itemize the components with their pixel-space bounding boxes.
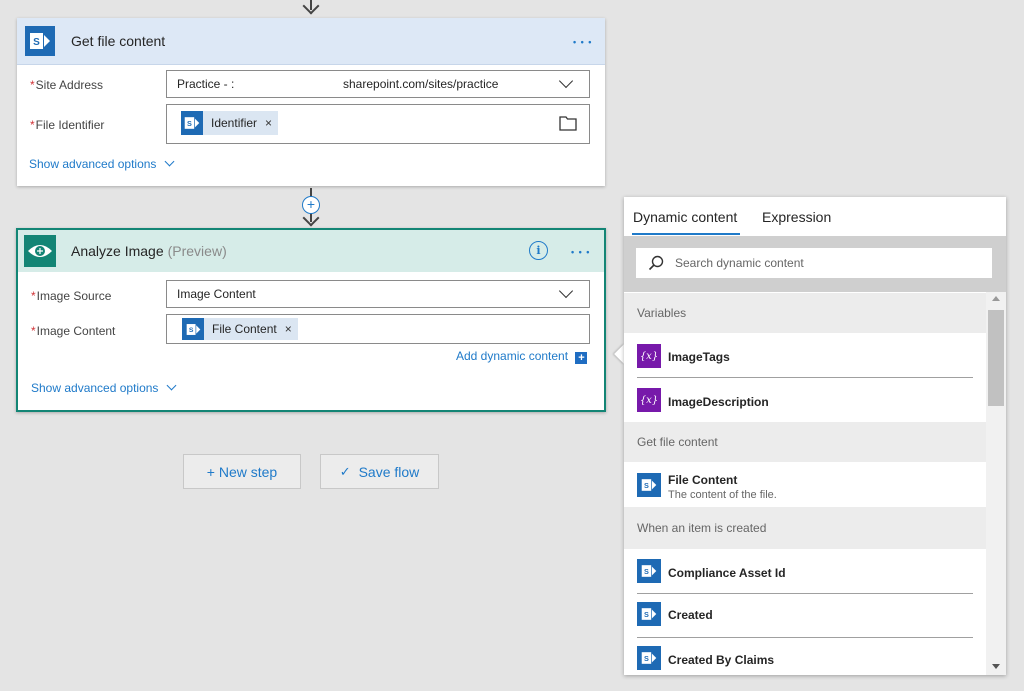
tab-dynamic-content[interactable]: Dynamic content [633,209,737,225]
search-icon [648,255,664,271]
item-title: File Content [668,473,738,487]
item-title: Created By Claims [668,653,775,667]
file-content-token-label: File Content [212,322,277,336]
sharepoint-icon: S [637,559,661,583]
sharepoint-icon: S [25,26,55,56]
identifier-token[interactable]: S Identifier × [181,111,279,135]
dynamic-content-panel: Dynamic content Expression Search dynami… [624,197,1006,675]
new-step-button[interactable]: + New step [183,454,301,489]
show-advanced-options-link[interactable]: Show advanced options [29,156,175,171]
list-item-imagetags[interactable]: {x} ImageTags [624,334,986,378]
section-when-item-created: When an item is created [624,507,986,549]
item-title: Created [668,608,713,622]
image-content-label: *Image Content [31,324,116,338]
analyze-image-title: Analyze Image [71,243,164,259]
info-icon[interactable]: i [529,241,548,260]
computer-vision-icon [24,235,56,267]
site-address-value: sharepoint.com/sites/practice [343,77,499,91]
connector-arrow-top [302,0,320,15]
chevron-down-icon[interactable] [558,283,574,299]
list-item-imagedescription[interactable]: {x} ImageDescription [624,378,986,422]
scrollbar[interactable] [986,292,1006,675]
analyze-image-card: Analyze Image (Preview) i • • • *Image S… [16,228,606,412]
show-advanced-options-label: Show advanced options [29,157,157,171]
file-identifier-input[interactable]: S Identifier × [166,104,590,144]
svg-text:S: S [187,119,192,128]
get-file-content-title: Get file content [71,33,166,49]
tab-expression[interactable]: Expression [762,209,831,225]
add-dynamic-content-link[interactable]: Add dynamic content + [456,349,588,364]
item-title: Compliance Asset Id [668,566,786,580]
item-description: The content of the file. [668,489,777,501]
svg-text:S: S [644,481,649,490]
active-tab-indicator [632,233,740,235]
svg-text:S: S [644,654,649,663]
analyze-image-more-icon[interactable]: • • • [571,247,590,257]
chevron-down-icon[interactable] [558,73,574,89]
variable-icon: {x} [637,344,661,368]
variable-icon: {x} [637,388,661,412]
search-input[interactable]: Search dynamic content [636,248,992,278]
identifier-token-label: Identifier [211,116,258,130]
checkmark-icon: ✓ [339,463,351,479]
sharepoint-icon: S [637,602,661,626]
sharepoint-icon: S [637,473,661,497]
item-title: ImageTags [668,350,730,364]
section-get-file-content: Get file content [624,422,986,462]
sharepoint-icon: S [182,318,204,340]
section-variables: Variables [624,293,986,333]
get-file-content-header[interactable]: S Get file content [17,18,605,65]
remove-token-icon[interactable]: × [285,322,292,336]
remove-token-icon[interactable]: × [265,116,272,130]
get-file-content-card: S Get file content • • • *Site Address P… [17,18,605,186]
list-item-compliance-asset-id[interactable]: S Compliance Asset Id [624,549,986,593]
list-item-file-content[interactable]: S File Content The content of the file. [624,462,986,507]
list-item-created[interactable]: S Created [624,594,986,638]
get-file-content-more-icon[interactable]: • • • [573,37,592,47]
svg-text:S: S [33,37,40,48]
show-advanced-options-label: Show advanced options [31,381,159,395]
list-item-created-by-claims[interactable]: S Created By Claims [624,638,986,675]
search-placeholder: Search dynamic content [675,256,804,270]
scrollbar-thumb[interactable] [988,310,1004,406]
image-source-label: *Image Source [31,289,112,303]
svg-text:S: S [644,610,649,619]
item-title: ImageDescription [668,395,769,409]
add-dynamic-content-label: Add dynamic content [456,349,569,363]
save-flow-button[interactable]: ✓ Save flow [320,454,439,489]
analyze-image-header[interactable]: Analyze Image (Preview) [18,230,604,272]
image-content-input[interactable]: S File Content × [166,314,590,344]
file-content-token[interactable]: S File Content × [182,318,298,340]
sharepoint-icon: S [181,111,203,135]
image-source-dropdown[interactable]: Image Content [166,280,590,308]
image-source-value: Image Content [177,287,256,301]
scroll-up-icon[interactable] [992,296,1000,301]
svg-text:S: S [188,327,193,334]
site-address-dropdown[interactable]: Practice - : sharepoint.com/sites/practi… [166,70,590,98]
save-flow-label: Save flow [358,463,420,480]
site-address-label: *Site Address [30,78,104,92]
search-area: Search dynamic content [624,236,1006,292]
add-dynamic-content-icon: + [575,352,588,364]
chevron-down-icon [164,156,175,167]
analyze-image-preview-tag: (Preview) [167,243,227,259]
site-address-prefix: Practice - : [177,77,235,91]
svg-text:S: S [644,567,649,576]
sharepoint-icon: S [637,646,661,670]
file-identifier-label: *File Identifier [30,118,105,132]
folder-icon[interactable] [559,115,577,131]
show-advanced-options-link[interactable]: Show advanced options [31,380,177,395]
chevron-down-icon [166,380,177,391]
scroll-down-icon[interactable] [992,664,1000,669]
